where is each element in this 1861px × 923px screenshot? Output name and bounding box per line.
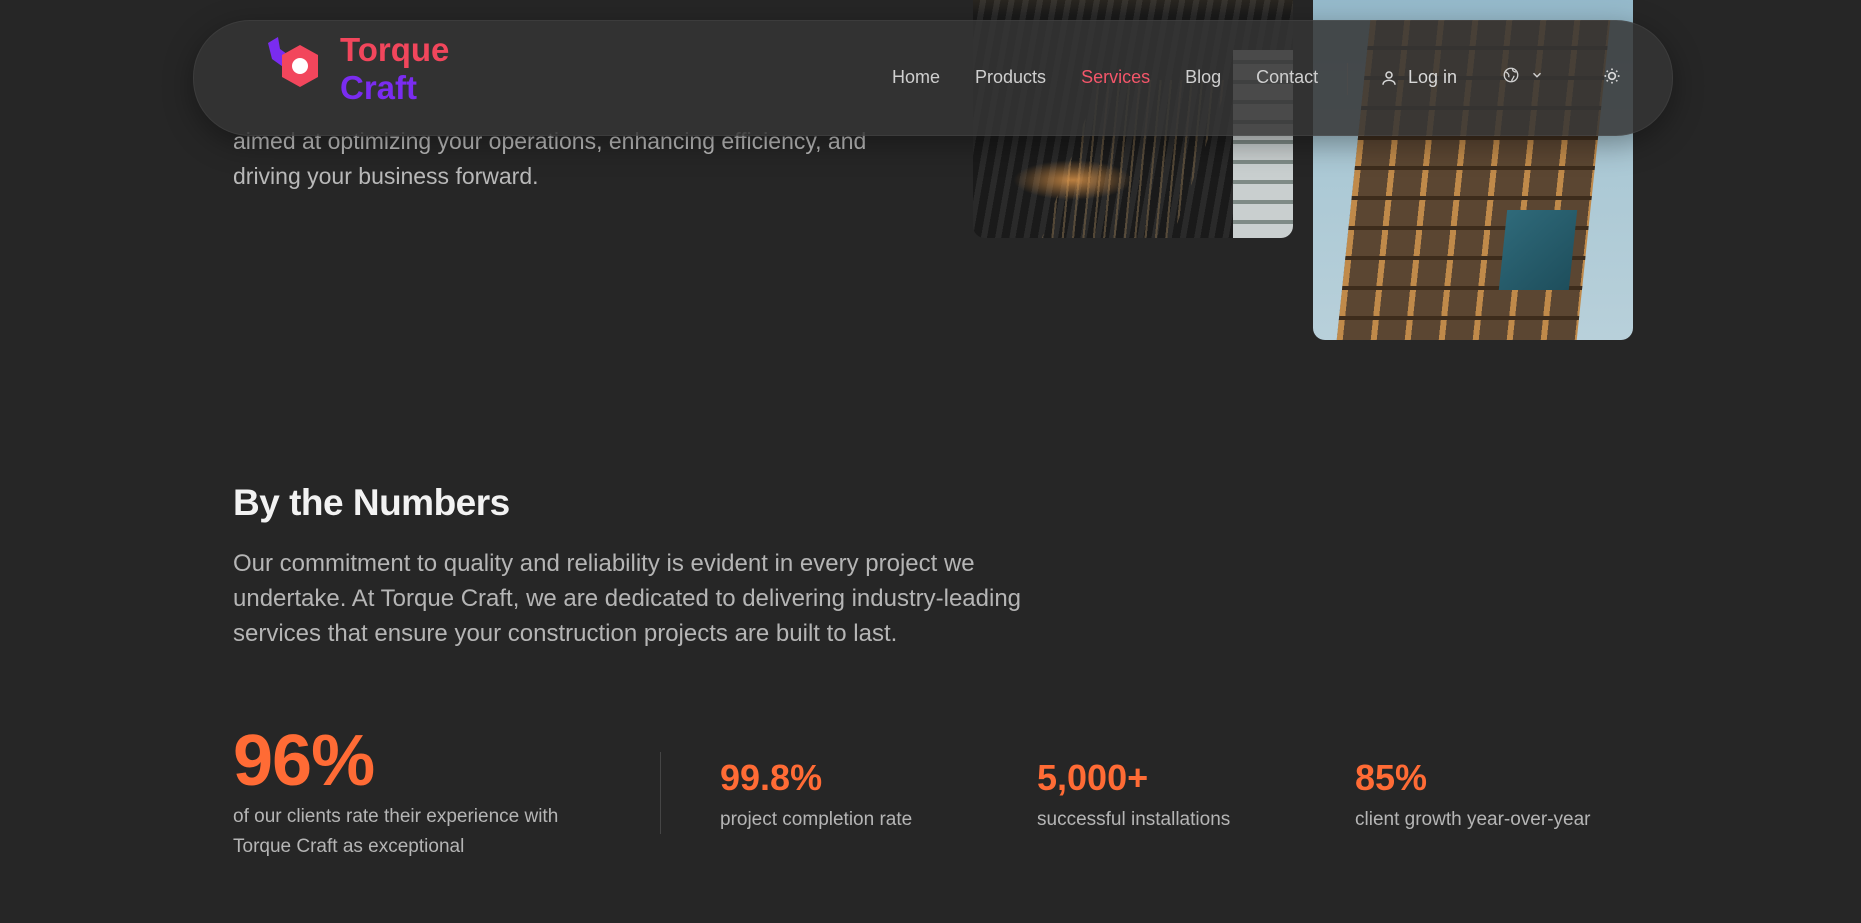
nav-services[interactable]: Services: [1081, 67, 1150, 88]
stat-value: 5,000+: [1037, 757, 1149, 798]
top-navbar: Torque Craft Home Products Services Blog…: [193, 20, 1673, 136]
brand-logo[interactable]: Torque Craft: [250, 29, 449, 109]
stat-label: client growth year-over-year: [1355, 809, 1591, 830]
language-selector[interactable]: [1502, 66, 1544, 84]
stat-completion: 99.8% project completion rate: [720, 752, 912, 836]
chevron-down-icon: [1532, 72, 1542, 78]
user-icon: [1382, 70, 1396, 85]
login-label: Log in: [1408, 67, 1458, 87]
brand-name-line2: Craft: [340, 69, 418, 106]
numbers-description: Our commitment to quality and reliabilit…: [233, 550, 1022, 647]
featured-stat-value: 96%: [233, 721, 375, 801]
logo-wrench-icon: [250, 29, 330, 109]
stat-growth: 85% client growth year-over-year: [1355, 752, 1590, 836]
theme-toggle[interactable]: [1602, 66, 1622, 91]
stat-label: project completion rate: [720, 809, 913, 830]
brand-name-line1: Torque: [340, 31, 450, 68]
stat-value: 85%: [1355, 757, 1428, 798]
login-button[interactable]: Log in: [1380, 67, 1457, 88]
nav-home[interactable]: Home: [892, 67, 940, 88]
numbers-title: By the Numbers: [233, 482, 510, 523]
globe-icon: [1503, 67, 1519, 83]
nav-contact[interactable]: Contact: [1256, 67, 1318, 88]
featured-stat-label: of our clients rate their experience wit…: [233, 806, 559, 857]
stat-installations: 5,000+ successful installations: [1037, 752, 1230, 836]
stat-value: 99.8%: [720, 757, 823, 798]
nav-blog[interactable]: Blog: [1185, 67, 1221, 88]
featured-stat: 96% of our clients rate their experience…: [233, 720, 633, 862]
stat-label: successful installations: [1037, 809, 1231, 830]
stats-divider: [660, 752, 661, 834]
main-nav: Home Products Services Blog Contact: [892, 67, 1353, 88]
nav-divider: [1347, 63, 1348, 95]
nav-products[interactable]: Products: [975, 67, 1046, 88]
sun-icon: [1604, 68, 1620, 84]
